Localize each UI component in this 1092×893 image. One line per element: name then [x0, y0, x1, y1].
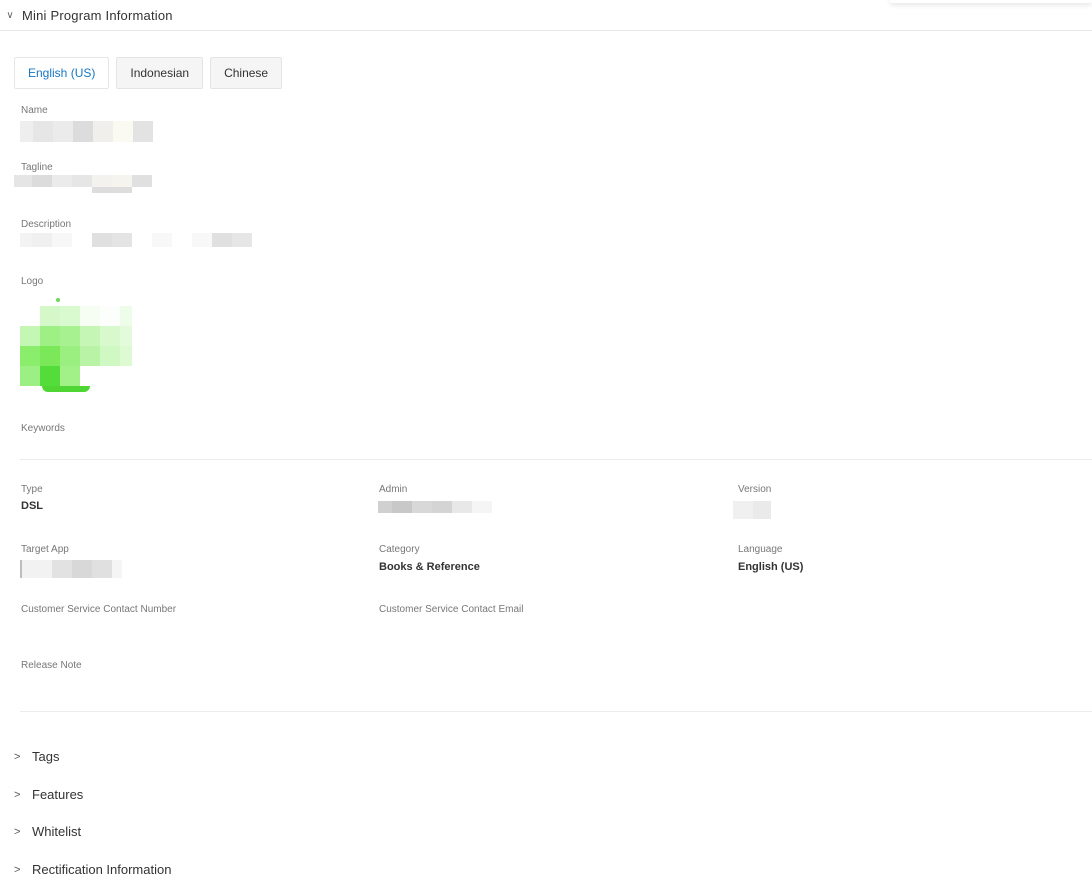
- target-app-label: Target App: [21, 544, 69, 555]
- admin-label: Admin: [379, 484, 408, 495]
- description-label: Description: [21, 219, 72, 230]
- logo-label: Logo: [21, 276, 44, 287]
- name-value-redacted: [20, 121, 153, 142]
- chevron-right-icon: >: [14, 863, 21, 876]
- type-label: Type: [21, 484, 43, 495]
- chevron-right-icon: >: [14, 750, 21, 763]
- section-features[interactable]: > Features: [14, 787, 83, 802]
- tagline-value-redacted: [14, 175, 152, 187]
- target-app-value-redacted: [20, 560, 122, 578]
- chevron-down-icon: ∨: [6, 9, 14, 21]
- section-tags-label: Tags: [32, 749, 60, 764]
- tab-chinese[interactable]: Chinese: [210, 57, 283, 89]
- keywords-label: Keywords: [21, 423, 65, 434]
- chevron-right-icon: >: [14, 788, 21, 801]
- chevron-right-icon: >: [14, 825, 21, 838]
- name-label: Name: [21, 105, 48, 116]
- admin-value-redacted: [378, 501, 492, 513]
- category-value: Books & Reference: [379, 561, 480, 573]
- cs-email-label: Customer Service Contact Email: [379, 604, 524, 615]
- dropdown-shadow: [890, 0, 1092, 3]
- language-tabs: English (US) Indonesian Chinese: [14, 57, 289, 89]
- mini-program-logo-image: [20, 298, 132, 396]
- version-value-redacted: [733, 501, 771, 519]
- section-whitelist[interactable]: > Whitelist: [14, 824, 81, 839]
- section-whitelist-label: Whitelist: [32, 824, 82, 839]
- version-label: Version: [738, 484, 772, 495]
- mini-program-information-header[interactable]: ∨ Mini Program Information: [0, 0, 1092, 31]
- release-note-label: Release Note: [21, 660, 82, 671]
- section-title: Mini Program Information: [22, 7, 173, 23]
- language-label: Language: [738, 544, 783, 555]
- section-features-label: Features: [32, 787, 84, 802]
- tagline-value-redacted-2: [92, 187, 132, 193]
- tagline-label: Tagline: [21, 162, 53, 173]
- description-value-redacted: [20, 233, 252, 247]
- category-label: Category: [379, 544, 420, 555]
- section-rectification-label: Rectification Information: [32, 862, 172, 877]
- language-value: English (US): [738, 561, 804, 573]
- divider: [20, 459, 1092, 460]
- tab-indonesian[interactable]: Indonesian: [116, 57, 204, 89]
- section-rectification-information[interactable]: > Rectification Information: [14, 862, 171, 877]
- section-tags[interactable]: > Tags: [14, 749, 59, 764]
- type-value: DSL: [21, 500, 43, 512]
- divider: [20, 711, 1092, 712]
- cs-phone-label: Customer Service Contact Number: [21, 604, 177, 615]
- tab-english-us[interactable]: English (US): [14, 57, 110, 89]
